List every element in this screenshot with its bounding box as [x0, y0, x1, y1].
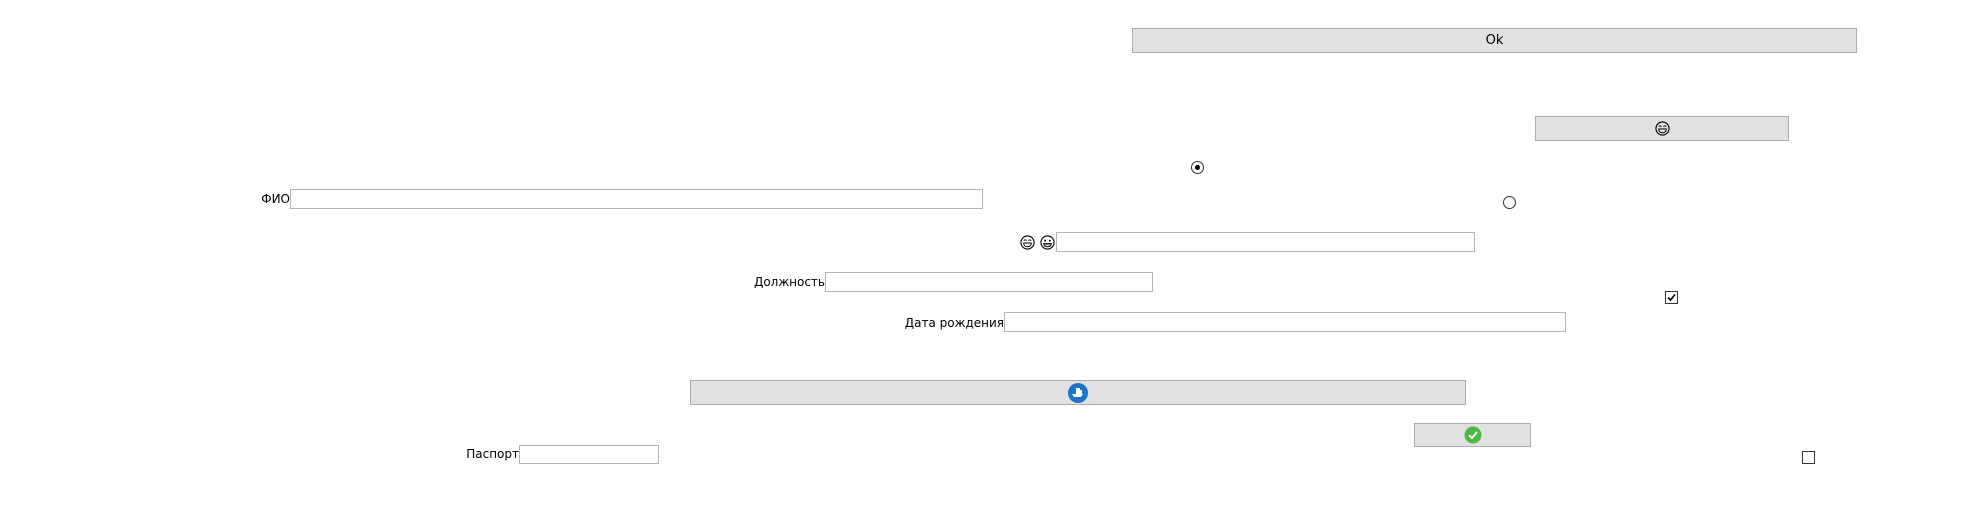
passport-field[interactable] [519, 445, 659, 464]
ship-globe-icon [1067, 382, 1089, 404]
ship-button[interactable] [690, 380, 1466, 405]
fio-field[interactable] [290, 189, 983, 209]
grinning-face-icon [1040, 235, 1055, 250]
passport-label: Паспорт [466, 447, 519, 461]
laughing-face-icon [1654, 121, 1670, 136]
radio-option-1[interactable] [1191, 161, 1204, 174]
confirm-button[interactable] [1414, 423, 1531, 447]
emoji-button[interactable] [1535, 116, 1789, 141]
fio-label: ФИО [261, 192, 290, 206]
checkbox-2[interactable] [1802, 451, 1815, 464]
emoji-field[interactable] [1056, 232, 1475, 252]
green-check-icon [1464, 426, 1482, 444]
checkmark-icon [1667, 293, 1676, 302]
ok-button[interactable]: Ok [1132, 28, 1857, 53]
birth-date-field[interactable] [1004, 312, 1566, 332]
checkbox-1[interactable] [1665, 291, 1678, 304]
position-label: Должность [753, 275, 825, 289]
radio-option-2[interactable] [1503, 196, 1516, 209]
ok-button-label: Ok [1485, 33, 1504, 48]
laughing-face-icon [1020, 235, 1035, 250]
birth-date-label: Дата рождения [904, 316, 1004, 330]
position-field[interactable] [825, 272, 1153, 292]
